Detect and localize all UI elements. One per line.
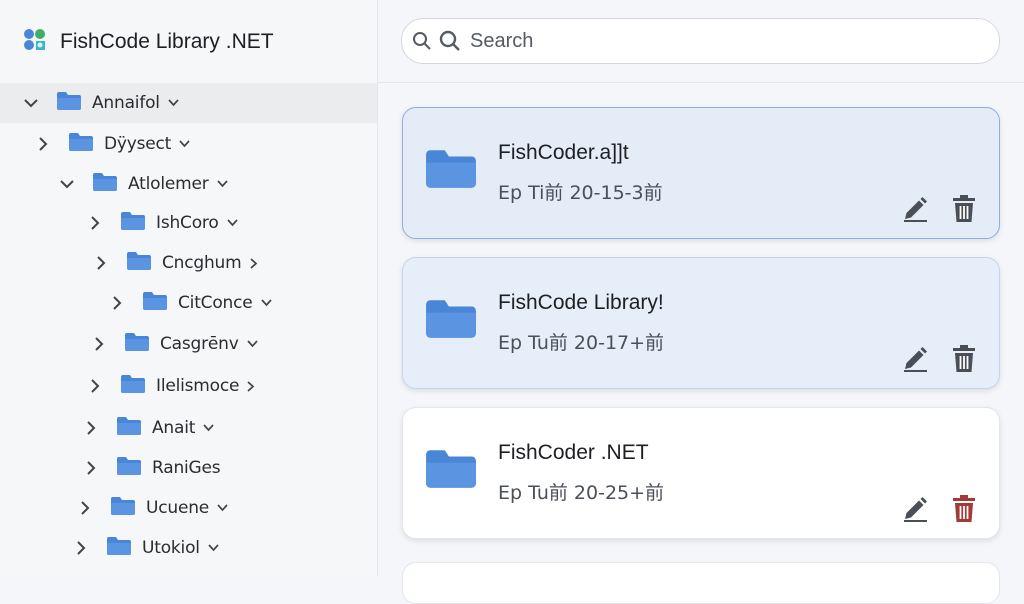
library-name: FishCoder .NET bbox=[498, 441, 649, 464]
tree-item-label: Ucuene bbox=[146, 498, 210, 518]
chevron-right-icon[interactable] bbox=[76, 501, 94, 515]
search-placeholder: Search bbox=[470, 29, 534, 52]
header-divider bbox=[378, 82, 1024, 83]
library-meta: Ep Ti前 20-15-3前 bbox=[498, 182, 663, 204]
caret-down-icon[interactable] bbox=[226, 219, 238, 227]
caret-right-icon[interactable] bbox=[249, 257, 258, 269]
tree-item[interactable]: Dÿysect bbox=[0, 124, 377, 164]
tree-item[interactable]: RaniGes bbox=[0, 448, 377, 488]
chevron-right-icon[interactable] bbox=[72, 541, 90, 555]
tree-item-label: Dÿysect bbox=[104, 134, 172, 154]
caret-down-icon[interactable] bbox=[216, 180, 228, 188]
folder-icon bbox=[92, 172, 118, 197]
library-card[interactable]: FishCoder.a]]t Ep Ti前 20-15-3前 bbox=[402, 107, 1000, 239]
folder-icon bbox=[116, 456, 142, 481]
search-field[interactable]: Search bbox=[401, 18, 1000, 64]
chevron-right-icon[interactable] bbox=[82, 421, 100, 435]
tree-item-label: CitConce bbox=[178, 293, 253, 313]
library-name: FishCoder.a]]t bbox=[498, 141, 629, 164]
tree-item-label: IshCoro bbox=[156, 213, 219, 233]
edit-icon[interactable] bbox=[900, 344, 930, 379]
folder-icon bbox=[142, 291, 168, 316]
chevron-right-icon[interactable] bbox=[82, 461, 100, 475]
chevron-right-icon[interactable] bbox=[86, 216, 104, 230]
tree-item[interactable]: Cncghum bbox=[0, 243, 377, 283]
app-logo-icon bbox=[22, 27, 50, 58]
folder-icon bbox=[424, 146, 478, 197]
app-title: FishCode Library .NET bbox=[60, 30, 274, 53]
folder-icon bbox=[126, 251, 152, 276]
delete-icon[interactable] bbox=[950, 194, 978, 229]
tree-item[interactable]: Annaifol bbox=[0, 83, 377, 123]
tree-item-label: Atlolemer bbox=[128, 174, 209, 194]
library-meta: Ep Tu前 20-25+前 bbox=[498, 482, 665, 504]
folder-icon bbox=[124, 332, 150, 357]
library-card[interactable]: FishCoder .NET Ep Tu前 20-25+前 bbox=[402, 407, 1000, 539]
chevron-right-icon[interactable] bbox=[90, 337, 108, 351]
sidebar: FishCode Library .NET Annaifol Dÿysect Atl… bbox=[0, 0, 378, 576]
tree-item-label: Casgrēnv bbox=[160, 334, 239, 354]
library-card[interactable]: FishCode Library! Ep Tu前 20-17+前 bbox=[402, 257, 1000, 389]
folder-icon bbox=[424, 446, 478, 497]
tree-item[interactable]: Anait bbox=[0, 408, 377, 448]
caret-down-icon[interactable] bbox=[203, 424, 214, 432]
tree-item-label: Utokiol bbox=[142, 538, 200, 558]
caret-down-icon[interactable] bbox=[260, 299, 272, 307]
folder-icon bbox=[56, 91, 82, 116]
chevron-right-icon[interactable] bbox=[92, 256, 110, 270]
chevron-right-icon[interactable] bbox=[34, 137, 52, 151]
caret-right-icon[interactable] bbox=[247, 380, 255, 392]
library-name: FishCode Library! bbox=[498, 291, 664, 314]
folder-icon bbox=[110, 496, 136, 521]
caret-down-icon[interactable] bbox=[217, 504, 228, 512]
tree-item-label: Ilelismoce bbox=[156, 376, 240, 396]
library-card[interactable] bbox=[402, 562, 1000, 604]
delete-icon[interactable] bbox=[950, 344, 978, 379]
tree-item-label: RaniGes bbox=[152, 458, 221, 478]
caret-down-icon[interactable] bbox=[208, 544, 219, 552]
tree-item-label: Anait bbox=[152, 418, 196, 438]
folder-icon bbox=[106, 536, 132, 561]
caret-down-icon[interactable] bbox=[168, 99, 179, 107]
caret-down-icon[interactable] bbox=[246, 340, 258, 348]
brand: FishCode Library .NET bbox=[22, 28, 274, 56]
tree-item[interactable]: IshCoro bbox=[0, 203, 377, 243]
folder-icon bbox=[116, 416, 142, 441]
chevron-right-icon[interactable] bbox=[86, 379, 104, 393]
tree-item-label: Annaifol bbox=[92, 93, 160, 113]
tree-item-label: Cncghum bbox=[162, 253, 242, 273]
tree-item[interactable]: Casgrēnv bbox=[0, 324, 377, 364]
edit-icon[interactable] bbox=[900, 194, 930, 229]
tree-item[interactable]: CitConce bbox=[0, 283, 377, 323]
folder-icon bbox=[424, 296, 478, 347]
caret-down-icon[interactable] bbox=[179, 140, 190, 148]
chevron-down-icon[interactable] bbox=[58, 179, 76, 189]
search-icon bbox=[412, 31, 432, 51]
search-icon bbox=[438, 29, 462, 53]
tree-item[interactable]: Atlolemer bbox=[0, 164, 377, 204]
library-meta: Ep Tu前 20-17+前 bbox=[498, 332, 665, 354]
edit-icon[interactable] bbox=[900, 494, 930, 529]
chevron-down-icon[interactable] bbox=[22, 98, 40, 108]
folder-icon bbox=[68, 132, 94, 157]
folder-icon bbox=[120, 374, 146, 399]
tree-item[interactable]: Utokiol bbox=[0, 528, 377, 568]
delete-icon[interactable] bbox=[950, 494, 978, 529]
tree-item[interactable]: Ilelismoce bbox=[0, 366, 377, 406]
folder-icon bbox=[120, 211, 146, 236]
chevron-right-icon[interactable] bbox=[108, 296, 126, 310]
tree-item[interactable]: Ucuene bbox=[0, 488, 377, 528]
